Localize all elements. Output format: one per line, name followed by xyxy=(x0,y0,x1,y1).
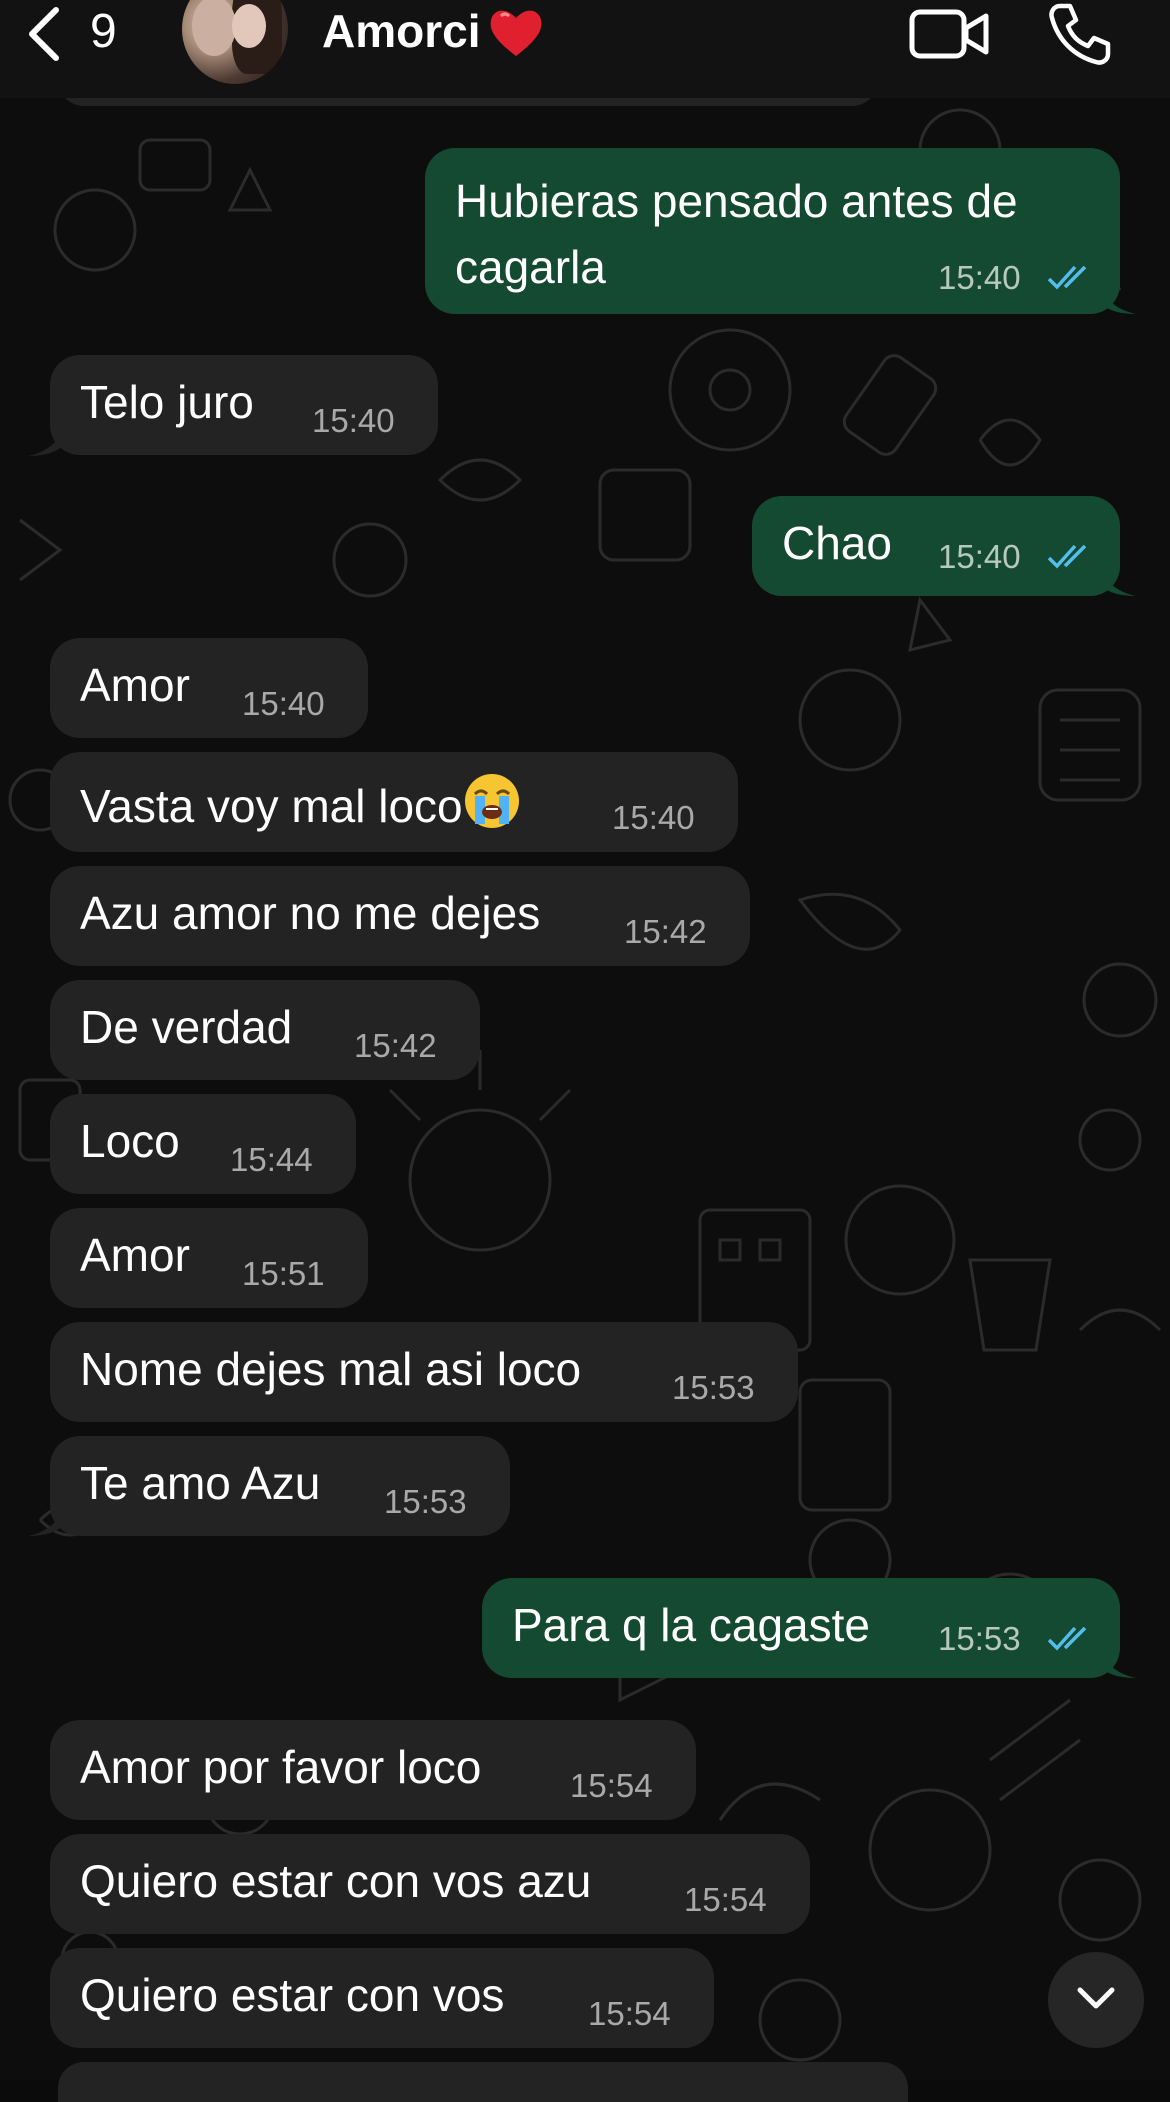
message-bubble-incoming[interactable]: Nome dejes mal asi loco 15:53 xyxy=(50,1322,798,1422)
message-bubble-incoming[interactable]: Vasta voy mal loco 15:40 xyxy=(50,752,738,852)
message-time: 15:40 xyxy=(312,402,395,439)
message-text: Amor xyxy=(80,659,190,711)
message-time: 15:53 xyxy=(384,1483,467,1520)
read-ticks-icon xyxy=(1047,544,1087,569)
avatar[interactable] xyxy=(182,0,288,84)
message-bubble-incoming[interactable]: Amor por favor loco 15:54 xyxy=(50,1720,696,1820)
message-bubble-incoming[interactable]: Quiero estar con vos azu 15:54 xyxy=(50,1834,810,1934)
message-bubble-incoming[interactable]: Quiero estar con vos 15:54 xyxy=(50,1948,714,2048)
message-time: 15:51 xyxy=(242,1255,325,1292)
message-time: 15:54 xyxy=(570,1767,653,1804)
message-bubble-incoming[interactable]: Amor 15:40 xyxy=(50,638,368,738)
read-ticks-icon xyxy=(1047,265,1087,290)
message-text: Amor xyxy=(80,1229,190,1281)
message-time: 15:54 xyxy=(684,1881,767,1918)
message-bubble-outgoing[interactable]: Chao 15:40 xyxy=(752,496,1120,596)
message-text: Para q la cagaste xyxy=(512,1599,871,1651)
bubble-tail xyxy=(28,420,68,456)
crying-face-emoji-icon xyxy=(464,774,519,828)
scroll-to-bottom-button[interactable] xyxy=(1048,1952,1144,2048)
message-text: De verdad xyxy=(80,1001,293,1053)
contact-name[interactable]: Amorci xyxy=(322,0,480,62)
message-text: Hubieras pensado antes de cagarla xyxy=(455,175,1018,293)
message-time: 15:40 xyxy=(242,685,325,722)
heart-icon xyxy=(490,10,542,56)
message-bubble-incoming[interactable]: Telo juro 15:40 xyxy=(50,355,438,455)
read-ticks-icon xyxy=(1047,1626,1087,1651)
message-time: 15:53 xyxy=(938,1620,1021,1657)
message-text: Vasta voy mal loco xyxy=(80,772,521,833)
message-text: Te amo Azu xyxy=(80,1457,321,1509)
message-text: Loco xyxy=(80,1115,180,1167)
message-text: Nome dejes mal asi loco xyxy=(80,1343,582,1395)
message-bubble-incoming[interactable]: Loco 15:44 xyxy=(50,1094,356,1194)
unread-count[interactable]: 9 xyxy=(90,2,117,62)
message-bubble-incoming[interactable]: Te amo Azu 15:53 xyxy=(50,1436,510,1536)
message-time: 15:40 xyxy=(938,538,1021,575)
message-bubble-incoming[interactable]: De verdad 15:42 xyxy=(50,980,480,1080)
message-time: 15:53 xyxy=(672,1369,755,1406)
chevron-left-icon[interactable] xyxy=(22,4,64,64)
message-time: 15:44 xyxy=(230,1141,313,1178)
message-text: Telo juro xyxy=(80,376,254,428)
bubble-tail xyxy=(1096,560,1136,596)
message-time: 15:54 xyxy=(588,1995,671,2032)
message-text: Chao xyxy=(782,517,892,569)
message-time: 15:42 xyxy=(354,1027,437,1064)
bubble-tail xyxy=(1096,278,1136,314)
phone-icon[interactable] xyxy=(1046,0,1114,68)
message-bubble-incoming[interactable]: Azu amor no me dejes 15:42 xyxy=(50,866,750,966)
bubble-tail xyxy=(1096,1642,1136,1678)
video-call-icon[interactable] xyxy=(908,6,990,62)
message-time: 15:40 xyxy=(612,799,695,836)
message-time: 15:40 xyxy=(938,259,1021,296)
partial-message-bubble xyxy=(58,2062,908,2102)
bubble-tail xyxy=(28,1500,68,1536)
message-text: Azu amor no me dejes xyxy=(80,887,541,939)
chevron-down-icon xyxy=(1077,1987,1115,2009)
message-bubble-incoming[interactable]: Amor 15:51 xyxy=(50,1208,368,1308)
message-text: Quiero estar con vos azu xyxy=(80,1855,592,1907)
message-bubble-outgoing[interactable]: Hubieras pensado antes de cagarla 15:40 xyxy=(425,148,1120,314)
message-bubble-outgoing[interactable]: Para q la cagaste 15:53 xyxy=(482,1578,1120,1678)
message-text: Quiero estar con vos xyxy=(80,1969,505,2021)
message-text: Amor por favor loco xyxy=(80,1741,482,1793)
chat-header: 9 Amorci xyxy=(0,0,1170,98)
message-time: 15:42 xyxy=(624,913,707,950)
